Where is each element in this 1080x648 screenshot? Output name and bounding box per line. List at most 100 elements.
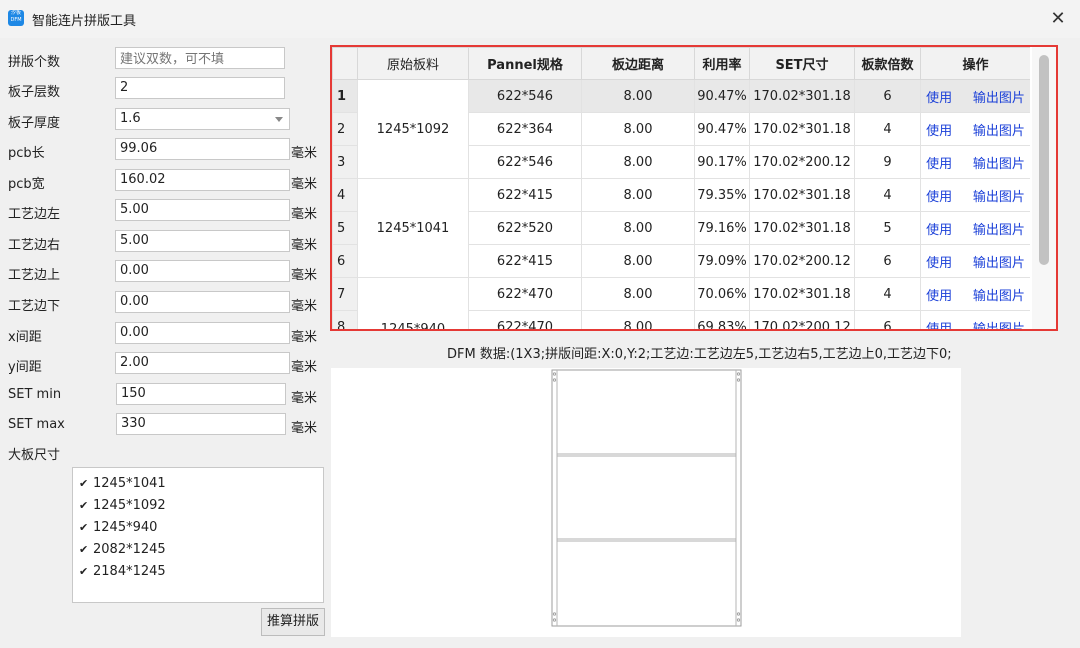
- row-index: 7: [332, 277, 358, 311]
- dfm-data-text: DFM 数据:(1X3;拼版间距:X:0,Y:2;工艺边:工艺边左5,工艺边右5…: [447, 347, 952, 362]
- multiple-cell: 4: [854, 112, 921, 146]
- calculate-panel-button[interactable]: 推算拼版: [261, 608, 325, 636]
- unit-label: 毫米: [291, 421, 318, 436]
- export-image-link[interactable]: 输出图片: [973, 256, 1025, 271]
- thickness-select[interactable]: 1.6: [115, 108, 290, 130]
- app-logo-icon: 汐板 DFM: [8, 10, 24, 26]
- multiple-cell: 6: [854, 244, 921, 278]
- multiple-cell: 5: [854, 211, 921, 245]
- title-bar: 汐板 DFM 智能连片拼版工具 ✕: [0, 0, 1080, 38]
- row-index: 4: [332, 178, 358, 212]
- utilization-cell: 90.17%: [694, 145, 750, 179]
- field-label-count: 拼版个数: [8, 55, 61, 70]
- scrollbar-thumb[interactable]: [1039, 55, 1049, 265]
- checkmark-icon[interactable]: ✔: [79, 522, 90, 533]
- actions-cell: 使用 输出图片: [920, 79, 1030, 113]
- export-image-link[interactable]: 输出图片: [973, 289, 1025, 304]
- multiple-cell: 6: [854, 310, 921, 329]
- edge-top-input[interactable]: 0.00: [115, 260, 290, 282]
- table-row[interactable]: 4 1245*1041 622*415 8.00 79.35% 170.02*3…: [332, 178, 1030, 278]
- export-image-link[interactable]: 输出图片: [973, 322, 1025, 330]
- edge-bottom-input[interactable]: 0.00: [115, 291, 290, 313]
- col-header-utilization[interactable]: 利用率: [694, 47, 750, 80]
- export-image-link[interactable]: 输出图片: [973, 157, 1025, 172]
- board-size-item[interactable]: ✔ 1245*1092: [79, 494, 317, 516]
- use-link[interactable]: 使用: [926, 124, 952, 139]
- col-header-multiple[interactable]: 板款倍数: [854, 47, 921, 80]
- col-header-material[interactable]: 原始板料: [357, 47, 469, 80]
- multiple-cell: 4: [854, 277, 921, 311]
- panel-preview-drawing: [551, 369, 742, 627]
- set-max-input[interactable]: 330: [116, 413, 286, 435]
- col-header-set-size[interactable]: SET尺寸: [749, 47, 855, 80]
- material-cell: 1245*1041: [357, 178, 469, 278]
- board-size-label: 1245*940: [93, 519, 158, 535]
- chevron-down-icon[interactable]: [275, 117, 283, 122]
- checkmark-icon[interactable]: ✔: [79, 500, 90, 511]
- spec-cell: 622*470: [468, 310, 582, 329]
- x-spacing-input[interactable]: 0.00: [115, 322, 290, 344]
- use-link[interactable]: 使用: [926, 190, 952, 205]
- utilization-cell: 70.06%: [694, 277, 750, 311]
- material-cell: 1245*940: [357, 277, 469, 329]
- use-link[interactable]: 使用: [926, 256, 952, 271]
- field-label-pcb-width: pcb宽: [8, 177, 45, 192]
- thickness-value: 1.6: [120, 111, 141, 126]
- unit-label: 毫米: [291, 360, 318, 375]
- pcb-width-input[interactable]: 160.02: [115, 169, 290, 191]
- export-image-link[interactable]: 输出图片: [973, 190, 1025, 205]
- table-row[interactable]: 1 1245*1092 622*546 8.00 90.47% 170.02*3…: [332, 79, 1030, 179]
- set-min-input[interactable]: 150: [116, 383, 286, 405]
- edge-right-input[interactable]: 5.00: [115, 230, 290, 252]
- spec-cell: 622*520: [468, 211, 582, 245]
- board-size-item[interactable]: ✔ 2082*1245: [79, 538, 317, 560]
- actions-cell: 使用 输出图片: [920, 178, 1030, 212]
- set-size-cell: 170.02*200.12: [749, 145, 855, 179]
- edge-left-input[interactable]: 5.00: [115, 199, 290, 221]
- actions-cell: 使用 输出图片: [920, 211, 1030, 245]
- vertical-scrollbar[interactable]: [1032, 47, 1056, 329]
- unit-label: 毫米: [291, 146, 318, 161]
- actions-cell: 使用 输出图片: [920, 145, 1030, 179]
- use-link[interactable]: 使用: [926, 91, 952, 106]
- col-header-panel-spec[interactable]: Pannel规格: [468, 47, 582, 80]
- checkmark-icon[interactable]: ✔: [79, 478, 90, 489]
- margin-cell: 8.00: [581, 310, 695, 329]
- export-image-link[interactable]: 输出图片: [973, 124, 1025, 139]
- multiple-cell: 4: [854, 178, 921, 212]
- use-link[interactable]: 使用: [926, 223, 952, 238]
- close-icon[interactable]: ✕: [1046, 7, 1070, 31]
- panel-count-input[interactable]: [115, 47, 285, 69]
- board-size-item[interactable]: ✔ 2184*1245: [79, 560, 317, 582]
- row-index: 2: [332, 112, 358, 146]
- y-spacing-input[interactable]: 2.00: [115, 352, 290, 374]
- layers-input[interactable]: 2: [115, 77, 285, 99]
- use-link[interactable]: 使用: [926, 157, 952, 172]
- checkmark-icon[interactable]: ✔: [79, 566, 90, 577]
- margin-cell: 8.00: [581, 211, 695, 245]
- row-index: 6: [332, 244, 358, 278]
- utilization-cell: 69.83%: [694, 310, 750, 329]
- board-sizes-label: 大板尺寸: [8, 448, 61, 463]
- pcb-length-input[interactable]: 99.06: [115, 138, 290, 160]
- export-image-link[interactable]: 输出图片: [973, 91, 1025, 106]
- col-header-margin[interactable]: 板边距离: [581, 47, 695, 80]
- board-sizes-list: ✔ 1245*1041 ✔ 1245*1092 ✔ 1245*940 ✔ 208…: [72, 467, 324, 603]
- board-size-item[interactable]: ✔ 1245*940: [79, 516, 317, 538]
- set-size-cell: 170.02*301.18: [749, 79, 855, 113]
- margin-cell: 8.00: [581, 178, 695, 212]
- field-label-set-max: SET max: [8, 417, 65, 432]
- margin-cell: 8.00: [581, 277, 695, 311]
- material-cell: 1245*1092: [357, 79, 469, 179]
- export-image-link[interactable]: 输出图片: [973, 223, 1025, 238]
- spec-cell: 622*415: [468, 244, 582, 278]
- use-link[interactable]: 使用: [926, 322, 952, 330]
- board-size-item[interactable]: ✔ 1245*1041: [79, 472, 317, 494]
- utilization-cell: 90.47%: [694, 112, 750, 146]
- checkmark-icon[interactable]: ✔: [79, 544, 90, 555]
- main-panel: 拼版个数 板子层数 2 板子厚度 1.6 pcb长 99.06 毫米 pcb宽 …: [0, 38, 1080, 648]
- use-link[interactable]: 使用: [926, 289, 952, 304]
- table-row[interactable]: 7 1245*940 622*470 8.00 70.06% 170.02*30…: [332, 277, 1030, 329]
- col-header-actions: 操作: [920, 47, 1030, 80]
- unit-label: 毫米: [291, 238, 318, 253]
